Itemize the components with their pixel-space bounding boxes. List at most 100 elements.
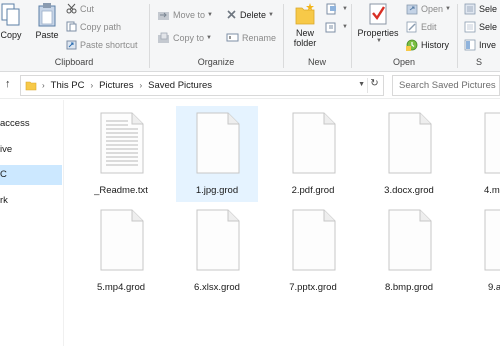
up-arrow-icon[interactable]: ↑ [5, 78, 11, 90]
history-label: History [421, 40, 450, 50]
search-placeholder: Search Saved Pictures [399, 80, 496, 91]
blank-document-icon [388, 209, 432, 271]
file-tile-9[interactable]: 9.a [464, 203, 500, 299]
delete-x-icon [227, 10, 236, 19]
file-tile-3-docx-grod[interactable]: 3.docx.grod [368, 106, 450, 202]
file-name: 6.xlsx.grod [194, 282, 240, 293]
cut-label: Cut [80, 3, 95, 14]
blank-document-icon [484, 112, 500, 174]
rename-button[interactable]: Rename [226, 32, 276, 43]
properties-button[interactable]: Properties ▼ [355, 2, 401, 44]
move-to-button[interactable]: Move to ▼ [157, 9, 213, 21]
nav-item-label: C [0, 169, 7, 180]
blank-document-icon [196, 209, 240, 271]
nav-item-network[interactable]: rk [0, 191, 62, 211]
new-group-label: New [307, 57, 326, 67]
nav-item-label: rk [0, 195, 8, 206]
paste-shortcut-label: Paste shortcut [80, 39, 138, 50]
file-tile-4[interactable]: 4.m [464, 106, 500, 202]
properties-label: Properties [357, 28, 399, 38]
edit-icon [406, 21, 417, 33]
select-all-label: Sele [479, 4, 498, 14]
file-tile-2-pdf-grod[interactable]: 2.pdf.grod [272, 106, 354, 202]
ribbon: Copy Paste Cut Copy path Paste shortcut [0, 0, 500, 72]
navigation-pane: access ive C rk [0, 100, 64, 346]
refresh-icon[interactable]: ↻ [367, 78, 381, 93]
copy-to-button[interactable]: Copy to ▼ [157, 32, 212, 44]
history-icon [406, 39, 418, 51]
breadcrumb-this-pc[interactable]: This PC [51, 80, 85, 91]
copy-path-button[interactable]: Copy path [66, 21, 121, 32]
easy-access-button[interactable]: ▼ [325, 21, 348, 33]
copy-label: Copy [0, 30, 22, 40]
address-bar[interactable]: › This PC › Pictures › Saved Pictures ▼ … [20, 75, 384, 96]
copy-to-icon [158, 32, 169, 43]
move-to-dropdown-icon: ▼ [207, 12, 213, 18]
nav-item-onedrive[interactable]: ive [0, 140, 62, 160]
file-name: 5.mp4.grod [96, 282, 146, 293]
blank-document-icon [484, 209, 500, 271]
copy-to-label: Copy to [173, 33, 205, 43]
file-name: 2.pdf.grod [291, 185, 335, 196]
file-tile-6-xlsx-grod[interactable]: 6.xlsx.grod [176, 203, 258, 299]
file-tile-7-pptx-grod[interactable]: 7.pptx.grod [272, 203, 354, 299]
file-tile-5-mp4-grod[interactable]: 5.mp4.grod [80, 203, 162, 299]
chevron-right-icon[interactable]: › [139, 81, 142, 90]
file-tile-1-jpg-grod[interactable]: 1.jpg.grod [176, 106, 258, 202]
organize-group-label: Organize [197, 57, 235, 67]
edit-button[interactable]: Edit [406, 21, 437, 33]
paste-icon [38, 3, 56, 27]
copy-button[interactable]: Copy [0, 2, 24, 40]
breadcrumb-pictures[interactable]: Pictures [99, 80, 133, 91]
paste-shortcut-button[interactable]: Paste shortcut [66, 39, 138, 50]
file-name: 1.jpg.grod [195, 185, 239, 196]
easy-access-dropdown-icon: ▼ [342, 24, 348, 30]
delete-dropdown-icon: ▼ [268, 11, 274, 18]
properties-check-icon [369, 3, 387, 25]
new-folder-label-line1: New [295, 28, 314, 38]
file-name: 4.m [484, 185, 500, 196]
rename-label: Rename [242, 32, 277, 43]
open-button[interactable]: Open ▼ [406, 3, 451, 15]
delete-button[interactable]: Delete ▼ [226, 9, 274, 20]
blank-document-icon [292, 112, 336, 174]
history-button[interactable]: History [406, 39, 449, 51]
select-none-label: Sele [479, 22, 498, 32]
address-dropdown-icon[interactable]: ▼ [358, 81, 365, 88]
file-tile-8-bmp-grod[interactable]: 8.bmp.grod [368, 203, 450, 299]
search-input[interactable]: Search Saved Pictures [392, 75, 500, 96]
file-name: 9.a [488, 282, 500, 293]
cut-button[interactable]: Cut [66, 3, 94, 14]
blank-document-icon [196, 112, 240, 174]
invert-selection-label: Inve [479, 40, 497, 50]
select-none-icon [464, 21, 476, 33]
new-item-icon [326, 3, 336, 15]
nav-item-label: ive [0, 144, 13, 155]
select-none-button[interactable]: Sele [464, 21, 497, 33]
blank-document-icon [388, 112, 432, 174]
breadcrumb-saved-pictures[interactable]: Saved Pictures [148, 80, 212, 91]
nav-item-quick-access[interactable]: access [0, 114, 62, 134]
select-all-button[interactable]: Sele [464, 3, 497, 15]
file-list: _Readme.txt 1.jpg.grod 2.pdf.grod 3.docx… [65, 100, 500, 346]
open-icon [406, 4, 418, 15]
edit-label: Edit [421, 22, 437, 32]
file-tile-readme[interactable]: _Readme.txt [80, 106, 162, 202]
paste-button[interactable]: Paste [32, 2, 62, 40]
chevron-right-icon[interactable]: › [90, 81, 93, 90]
copy-path-label: Copy path [80, 21, 122, 32]
file-name: _Readme.txt [94, 185, 148, 196]
blank-document-icon [292, 209, 336, 271]
invert-selection-button[interactable]: Inve [464, 39, 496, 51]
new-folder-button[interactable]: New folder [288, 2, 322, 48]
file-name: 7.pptx.grod [289, 282, 337, 293]
open-label: Open [421, 4, 444, 14]
open-dropdown-icon: ▼ [445, 6, 451, 12]
navigation-bar: ↑ › This PC › Pictures › Saved Pictures … [0, 73, 500, 99]
copy-icon [1, 3, 20, 26]
select-group-label: S [475, 57, 482, 67]
new-item-button[interactable]: ▼ [325, 3, 348, 15]
rename-icon [226, 33, 239, 42]
blank-document-icon [100, 209, 144, 271]
nav-item-this-pc[interactable]: C [0, 165, 62, 185]
